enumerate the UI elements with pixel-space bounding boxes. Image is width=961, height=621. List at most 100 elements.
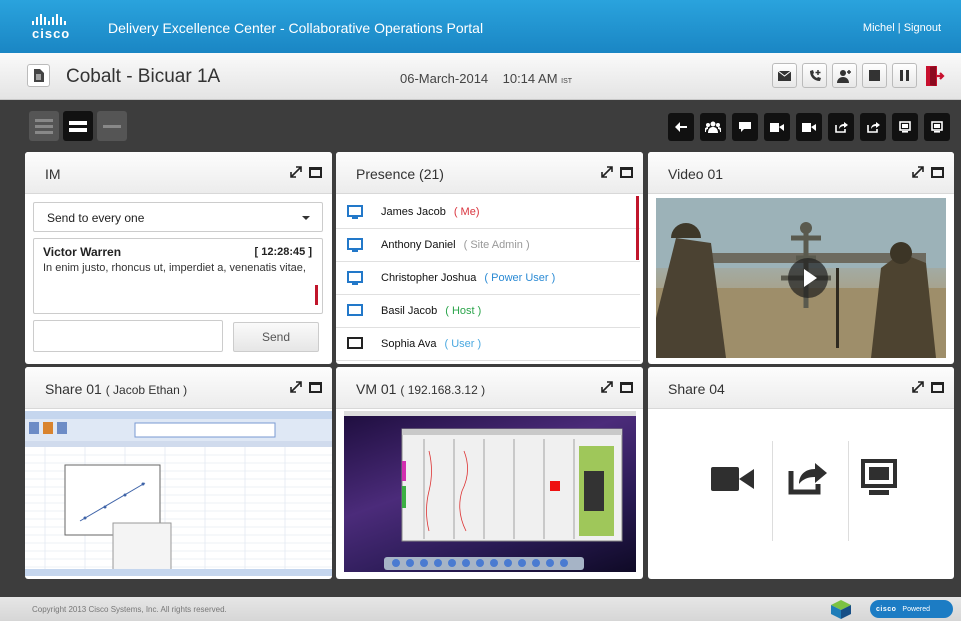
im-message-input[interactable] — [33, 320, 223, 352]
layout-list-button[interactable] — [29, 111, 59, 141]
presence-panel-title: Presence (21) — [356, 166, 444, 182]
share01-panel: Share 01 ( Jacob Ethan ) — [25, 367, 332, 579]
session-header: Cobalt - Bicuar 1A 06-March-2014 10:14 A… — [0, 53, 961, 100]
maximize-icon[interactable] — [620, 166, 633, 178]
im-message-log[interactable]: Victor Warren [ 12:28:45 ] In enim justo… — [33, 238, 323, 314]
presence-row[interactable]: James Jacob ( Me) — [336, 196, 640, 229]
video-icon — [770, 122, 784, 132]
expand-icon[interactable] — [601, 166, 613, 178]
spreadsheet-screenshot-image — [25, 411, 332, 576]
presence-row[interactable]: Christopher Joshua ( Power User ) — [336, 262, 640, 295]
back-button[interactable] — [668, 113, 694, 141]
monitor-icon — [347, 238, 363, 252]
video-window-controls — [912, 166, 944, 178]
email-button[interactable] — [772, 63, 797, 88]
im-recipient-value: Send to every one — [47, 211, 145, 225]
vm-window-controls — [601, 381, 633, 393]
maximize-icon[interactable] — [931, 381, 944, 393]
add-user-button[interactable] — [832, 63, 857, 88]
share04-video-icon[interactable] — [711, 464, 754, 494]
session-datetime: 06-March-2014 10:14 AM IST — [400, 71, 572, 86]
screen-button-2[interactable] — [924, 113, 950, 141]
exit-icon — [925, 65, 945, 86]
stop-button[interactable] — [862, 63, 887, 88]
video-icon — [802, 122, 816, 132]
presence-user-name: Sophia Ava ( User ) — [381, 338, 481, 350]
toolbar-actions — [668, 113, 950, 141]
presence-user-name: James Jacob ( Me) — [381, 206, 479, 218]
screen-icon — [899, 121, 911, 133]
layout-grid-button[interactable] — [63, 111, 93, 141]
exit-button[interactable] — [922, 63, 947, 88]
cisco-bars-icon — [32, 14, 72, 25]
envelope-icon — [778, 70, 791, 81]
maximize-icon[interactable] — [309, 381, 322, 393]
presence-row[interactable]: Sophia Ava ( User ) — [336, 328, 640, 361]
copyright-text: Copyright 2013 Cisco Systems, Inc. All r… — [32, 605, 227, 614]
play-icon[interactable] — [788, 258, 828, 298]
screen-button-1[interactable] — [892, 113, 918, 141]
vm-screen[interactable] — [344, 411, 636, 572]
pause-button[interactable] — [892, 63, 917, 88]
video-button-2[interactable] — [796, 113, 822, 141]
chevron-down-icon — [302, 216, 310, 220]
presence-row[interactable]: Basil Jacob ( Host ) — [336, 295, 640, 328]
presence-role-text: ( Me) — [453, 206, 480, 218]
share04-panel-header: Share 04 — [648, 367, 954, 409]
maximize-icon[interactable] — [620, 381, 633, 393]
vm-address: ( 192.168.3.12 ) — [400, 383, 486, 397]
share04-screen-icon[interactable] — [861, 459, 897, 497]
presence-window-controls — [601, 166, 633, 178]
im-recipient-select[interactable]: Send to every one — [33, 202, 323, 232]
maximize-icon[interactable] — [931, 166, 944, 178]
share-button-2[interactable] — [860, 113, 886, 141]
im-panel-header: IM — [25, 152, 332, 194]
chat-button[interactable] — [732, 113, 758, 141]
cisco-logo: cisco — [32, 14, 72, 42]
pause-icon — [899, 70, 909, 81]
im-send-button[interactable]: Send — [233, 322, 319, 352]
layout-switcher — [29, 111, 127, 141]
presence-scrollbar[interactable] — [636, 196, 639, 260]
im-message-text: In enim justo, rhoncus ut, imperdiet a, … — [43, 262, 306, 274]
user-area: Michel | Signout — [863, 22, 941, 34]
expand-icon[interactable] — [912, 166, 924, 178]
presence-panel-header: Presence (21) — [336, 152, 643, 194]
layout-single-button[interactable] — [97, 111, 127, 141]
presence-role-text: ( Power User ) — [484, 272, 556, 284]
share01-screen[interactable] — [25, 411, 332, 576]
expand-icon[interactable] — [290, 381, 302, 393]
im-scroll-marker[interactable] — [315, 285, 318, 305]
user-separator: | — [897, 22, 901, 34]
presence-role-text: ( Site Admin ) — [463, 239, 530, 251]
signout-link[interactable]: Signout — [904, 22, 941, 34]
expand-icon[interactable] — [601, 381, 613, 393]
presence-role-text: ( User ) — [444, 338, 482, 350]
expand-icon[interactable] — [290, 166, 302, 178]
video-feed[interactable] — [656, 198, 946, 358]
video-button-1[interactable] — [764, 113, 790, 141]
maximize-icon[interactable] — [309, 166, 322, 178]
group-icon — [705, 121, 721, 133]
share04-panel-title: Share 04 — [668, 381, 725, 397]
monitor-icon — [347, 271, 363, 285]
cube-logo-icon — [831, 600, 851, 619]
presence-user-name: Basil Jacob ( Host ) — [381, 305, 481, 317]
share04-options — [648, 411, 954, 578]
back-arrow-icon — [675, 122, 687, 132]
share-button-1[interactable] — [828, 113, 854, 141]
presence-name-text: Anthony Daniel — [381, 239, 456, 251]
presence-row[interactable]: Anthony Daniel ( Site Admin ) — [336, 229, 640, 262]
vm-panel-header: VM 01 ( 192.168.3.12 ) — [336, 367, 643, 409]
session-tools — [772, 63, 947, 88]
share04-share-icon[interactable] — [788, 459, 828, 495]
participants-button[interactable] — [700, 113, 726, 141]
share04-window-controls — [912, 381, 944, 393]
user-name[interactable]: Michel — [863, 22, 895, 34]
expand-icon[interactable] — [912, 381, 924, 393]
session-doc-button[interactable] — [27, 64, 50, 87]
call-button[interactable] — [802, 63, 827, 88]
im-window-controls — [290, 166, 322, 178]
monitor-icon — [347, 304, 363, 316]
vm-panel-title: VM 01 ( 192.168.3.12 ) — [356, 381, 485, 397]
